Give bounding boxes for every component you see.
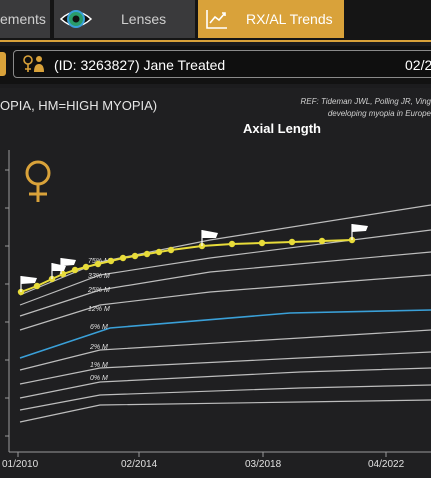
percentile-curve-1 [19, 351, 431, 385]
data-point[interactable] [131, 252, 139, 260]
curve-label-6: 6% M [90, 324, 108, 331]
y-axis-ticks [5, 169, 9, 437]
data-point[interactable] [167, 246, 175, 254]
patient-axial-length-line [20, 239, 353, 293]
curve-label-25: 25% M [87, 287, 110, 294]
x-axis-ticks [17, 452, 387, 457]
data-point[interactable] [82, 263, 90, 271]
curve-label-2: 2% M [89, 344, 108, 351]
data-point[interactable] [155, 248, 163, 256]
x-tick-label-2022: 04/2022 [368, 459, 405, 470]
female-symbol-icon [25, 160, 51, 202]
percentile-curve-low-a [19, 384, 431, 411]
data-point[interactable] [258, 239, 266, 247]
data-point[interactable] [94, 260, 102, 268]
curve-label-12: 12% M [88, 306, 110, 313]
percentile-curve-2 [19, 329, 431, 371]
data-point[interactable] [33, 282, 41, 290]
data-point[interactable] [228, 240, 236, 248]
data-point[interactable] [71, 266, 79, 274]
axial-length-chart: 01/2010 02/2014 03/2018 04/2022 75% M 33… [2, 150, 431, 470]
percentile-curve-12 [19, 274, 431, 331]
flag-icon[interactable] [351, 224, 368, 240]
x-tick-label-2014: 02/2014 [121, 459, 158, 470]
percentile-curve-0 [19, 367, 431, 399]
flag-icon[interactable] [201, 230, 218, 246]
data-point[interactable] [107, 257, 115, 265]
percentile-curve-25 [19, 251, 431, 317]
data-point[interactable] [119, 254, 127, 262]
x-tick-label-2018: 03/2018 [245, 459, 282, 470]
x-tick-label-2010: 01/2010 [2, 459, 39, 470]
curve-label-1: 1% M [90, 362, 108, 369]
data-point[interactable] [288, 238, 296, 246]
curve-label-0: 0% M [90, 375, 108, 382]
curve-label-33: 33% M [88, 273, 110, 280]
data-point[interactable] [318, 237, 326, 245]
percentile-curve-low-b [19, 399, 431, 423]
data-point[interactable] [143, 250, 151, 258]
